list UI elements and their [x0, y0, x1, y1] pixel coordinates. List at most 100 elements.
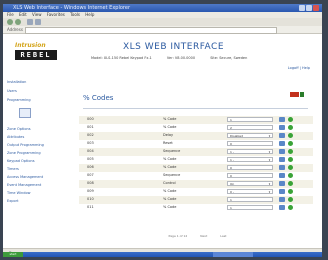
menu-favorites[interactable]: Favorites [47, 12, 65, 17]
row-code: 004 [87, 149, 94, 153]
ok-icon[interactable] [288, 181, 293, 186]
table-row: 009 % Code 0 - ▾ [79, 188, 313, 196]
row-value-select[interactable]: 1 - ▾ [227, 149, 273, 154]
row-value-input[interactable]: 1 [227, 205, 273, 210]
language-flag-icon[interactable] [290, 92, 304, 97]
row-value-input[interactable]: 1 [227, 117, 273, 122]
chevron-down-icon[interactable]: ▾ [267, 158, 272, 163]
close-button[interactable] [313, 5, 319, 11]
refresh-icon[interactable] [27, 19, 33, 25]
ok-icon[interactable] [288, 189, 293, 194]
ok-icon[interactable] [288, 165, 293, 170]
panel-model: Model: XLS-150 Rebel Keypad Fx.1 [91, 56, 152, 60]
menu-file[interactable]: File [7, 12, 14, 17]
save-icon[interactable] [279, 197, 285, 202]
table-row: 001 % Code 2 [79, 124, 313, 132]
save-icon[interactable] [279, 181, 285, 186]
sidebar-item-installation[interactable]: Installation [7, 80, 26, 84]
sidebar-item-time-window[interactable]: Time Window [7, 191, 30, 195]
ok-icon[interactable] [288, 205, 293, 210]
pagination: Page 1 of 12 Next Last [73, 232, 322, 240]
row-code: 007 [87, 173, 94, 177]
forward-icon[interactable] [15, 19, 21, 25]
row-description: % Code [163, 117, 177, 121]
pagination-last[interactable]: Last [220, 234, 226, 238]
ok-icon[interactable] [288, 117, 293, 122]
sidebar-item-export[interactable]: Export [7, 199, 18, 203]
sidebar-item-zone-options[interactable]: Zone Options [7, 127, 31, 131]
row-value-input[interactable]: 2 [227, 125, 273, 130]
row-description: Delay [163, 133, 174, 137]
save-icon[interactable] [279, 141, 285, 146]
maximize-button[interactable] [306, 5, 312, 11]
save-icon[interactable] [279, 165, 285, 170]
ok-icon[interactable] [288, 173, 293, 178]
row-description: % Code [163, 197, 177, 201]
minimize-button[interactable] [299, 5, 305, 11]
chevron-down-icon[interactable]: ▾ [267, 134, 272, 139]
sidebar-item-output-programming[interactable]: Output Programming [7, 143, 44, 147]
save-icon[interactable] [279, 125, 285, 130]
row-code: 009 [87, 189, 94, 193]
sidebar-item-timers[interactable]: Timers [7, 167, 19, 171]
panel-info: Model: XLS-150 Rebel Keypad Fx.1 Ver: V8… [91, 56, 261, 60]
ok-icon[interactable] [288, 157, 293, 162]
ok-icon[interactable] [288, 125, 293, 130]
start-button[interactable]: start [3, 252, 23, 257]
sidebar-item-event-management[interactable]: Event Management [7, 183, 41, 187]
header-links[interactable]: Logoff | Help [288, 66, 310, 70]
ok-icon[interactable] [288, 141, 293, 146]
row-description: Reset [163, 141, 173, 145]
sidebar-item-access-management[interactable]: Access Management [7, 175, 43, 179]
menu-help[interactable]: Help [85, 12, 94, 17]
row-value-select[interactable]: Disabled ▾ [227, 133, 273, 138]
save-icon[interactable] [279, 117, 285, 122]
ok-icon[interactable] [288, 197, 293, 202]
save-icon[interactable] [279, 173, 285, 178]
chevron-down-icon[interactable]: ▾ [267, 150, 272, 155]
row-code: 008 [87, 181, 94, 185]
save-icon[interactable] [279, 133, 285, 138]
chevron-down-icon[interactable]: ▾ [267, 190, 272, 195]
chevron-down-icon[interactable]: ▾ [267, 182, 272, 187]
save-icon[interactable] [279, 205, 285, 210]
window-titlebar: XLS Web Interface - Windows Internet Exp… [3, 4, 322, 12]
row-value: On [230, 182, 235, 186]
sidebar-item-users[interactable]: Users [7, 89, 17, 93]
address-label: Address [7, 27, 23, 32]
ok-icon[interactable] [288, 149, 293, 154]
pagination-next[interactable]: Next [200, 234, 207, 238]
back-icon[interactable] [7, 19, 13, 25]
address-input[interactable] [25, 27, 277, 34]
row-value-select[interactable]: On ▾ [227, 181, 273, 186]
save-icon[interactable] [279, 149, 285, 154]
row-code: 011 [87, 205, 94, 209]
menu-edit[interactable]: Edit [19, 12, 27, 17]
row-description: Sequence [163, 149, 181, 153]
taskbar-item[interactable] [213, 252, 253, 257]
row-code: 003 [87, 141, 94, 145]
logo-brand: REBEL [15, 50, 57, 60]
row-value-input[interactable]: 0 [227, 173, 273, 178]
ok-icon[interactable] [288, 133, 293, 138]
sidebar-item-keypad-options[interactable]: Keypad Options [7, 159, 35, 163]
sidebar-item-attributes[interactable]: Attributes [7, 135, 24, 139]
row-value-select[interactable]: 0 - ▾ [227, 189, 273, 194]
row-description: Control [163, 181, 176, 185]
pagination-info: Page 1 of 12 [168, 234, 188, 238]
row-value-input[interactable]: 1 [227, 197, 273, 202]
table-row: 005 % Code 1 - ▾ [79, 156, 313, 164]
save-icon[interactable] [279, 157, 285, 162]
menu-view[interactable]: View [32, 12, 42, 17]
menu-tools[interactable]: Tools [70, 12, 80, 17]
taskbar: start [3, 252, 322, 257]
sidebar-item-zone-programming[interactable]: Zone Programming [7, 151, 41, 155]
save-icon[interactable] [279, 189, 285, 194]
row-value-select[interactable]: 1 - ▾ [227, 157, 273, 162]
row-value-input[interactable]: 0 [227, 165, 273, 170]
home-icon[interactable] [35, 19, 41, 25]
table-row: 007 Sequence 0 [79, 172, 313, 180]
row-value: 1 - [230, 158, 234, 162]
sidebar-item-programming[interactable]: Programming [7, 98, 31, 102]
row-value-input[interactable]: 0 [227, 141, 273, 146]
